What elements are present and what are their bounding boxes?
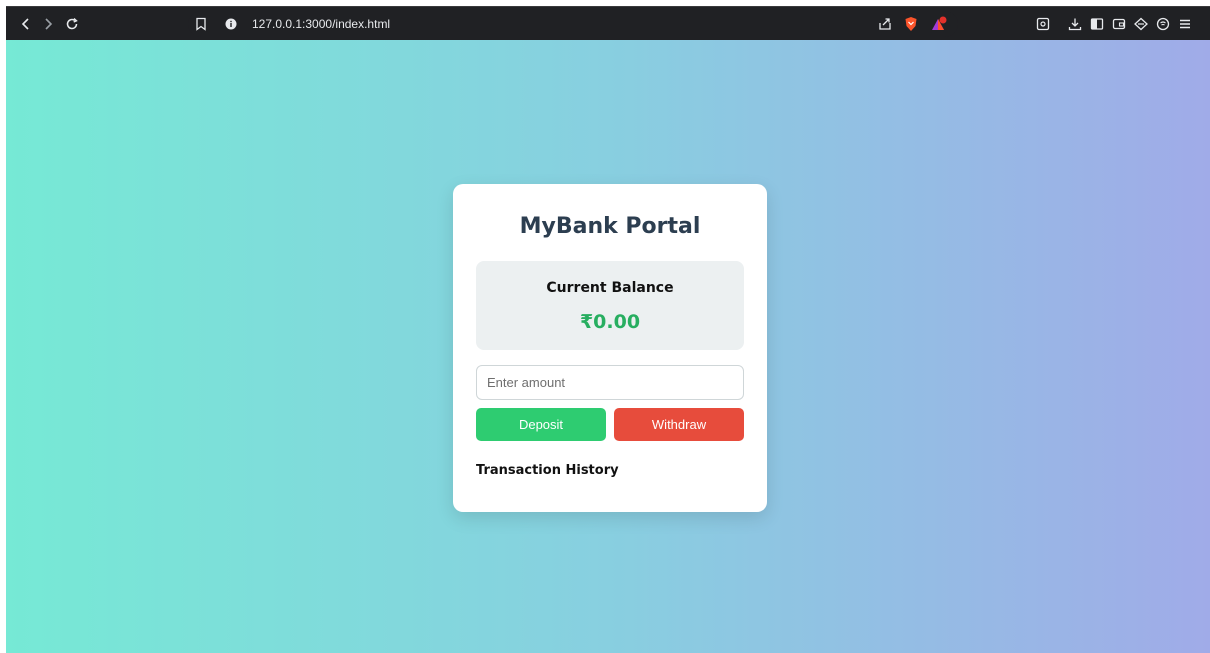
reload-icon[interactable] — [62, 14, 82, 34]
balance-value: ₹0.00 — [579, 311, 641, 333]
balance-label: Current Balance — [546, 280, 674, 296]
leo-icon[interactable] — [1132, 15, 1150, 33]
sidebar-icon[interactable] — [1088, 15, 1106, 33]
wallet-icon[interactable] — [1110, 15, 1128, 33]
download-icon[interactable] — [1066, 15, 1084, 33]
url-text[interactable]: 127.0.0.1:3000/index.html — [252, 17, 390, 31]
menu-icon[interactable] — [1176, 15, 1194, 33]
bookmark-icon[interactable] — [192, 15, 210, 33]
screenshot-icon[interactable] — [1034, 15, 1052, 33]
vpn-icon[interactable] — [1154, 15, 1172, 33]
transaction-history-title: Transaction History — [476, 463, 619, 478]
amount-input[interactable] — [476, 365, 744, 400]
brave-rewards-icon[interactable] — [930, 15, 948, 33]
share-icon[interactable] — [876, 15, 894, 33]
deposit-button[interactable]: Deposit — [476, 408, 606, 441]
withdraw-button[interactable]: Withdraw — [614, 408, 744, 441]
page-title: MyBank Portal — [519, 214, 701, 239]
brave-shield-icon[interactable] — [902, 15, 920, 33]
forward-icon[interactable] — [38, 14, 58, 34]
info-icon[interactable] — [222, 15, 240, 33]
browser-toolbar: 127.0.0.1:3000/index.html — [6, 6, 1210, 40]
balance-panel: Current Balance ₹0.00 — [476, 261, 744, 350]
browser-window: 127.0.0.1:3000/index.html MyBank Portal … — [6, 6, 1210, 653]
back-icon[interactable] — [16, 14, 36, 34]
page-background: MyBank Portal Current Balance ₹0.00 Depo… — [6, 40, 1210, 653]
bank-card: MyBank Portal Current Balance ₹0.00 Depo… — [453, 184, 767, 512]
